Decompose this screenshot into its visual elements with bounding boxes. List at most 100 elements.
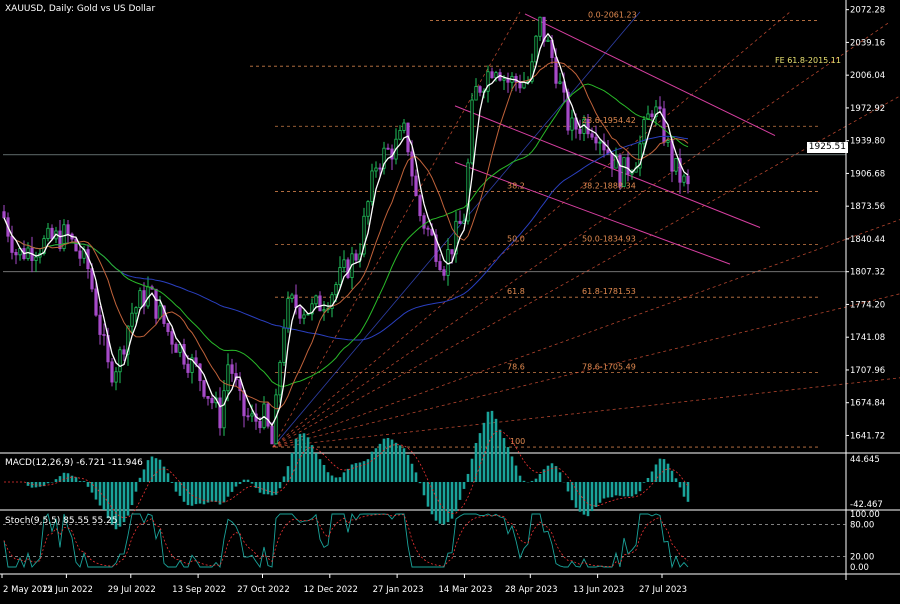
- candle-body: [182, 344, 186, 365]
- candle-body: [114, 371, 118, 383]
- description-label: Gold vs US Dollar: [76, 4, 156, 14]
- date-tick-label: 27 Jul 2023: [639, 585, 687, 595]
- candle-body: [210, 397, 214, 404]
- candle-body: [322, 309, 326, 312]
- candle-body: [370, 170, 374, 203]
- candle-body: [490, 71, 494, 79]
- macd-pane[interactable]: 44.645 -42.467: [4, 410, 883, 530]
- candle-body: [258, 420, 262, 429]
- current-price-box: 1925.51: [806, 142, 848, 153]
- fib-label: 38.2-1888.34: [582, 182, 636, 191]
- date-tick-label: 12 Dec 2022: [304, 585, 358, 595]
- candle-body: [98, 314, 102, 335]
- candle-body: [298, 307, 302, 319]
- date-tick-label: 14 Mar 2023: [438, 585, 492, 595]
- candle-body: [626, 157, 630, 175]
- candle-body: [442, 269, 446, 276]
- candle-body: [398, 130, 402, 140]
- price-channel-layer: [454, 13, 776, 265]
- stoch-tick-label: 0.00: [850, 563, 869, 573]
- candle-body: [78, 250, 82, 259]
- fib-label: 78.6: [507, 362, 525, 371]
- candle-body: [410, 151, 414, 177]
- candle-body: [658, 106, 662, 110]
- symbol-label: XAUUSD: [5, 4, 44, 14]
- candle-body: [374, 167, 378, 172]
- candle-body: [102, 334, 106, 336]
- fib-label: 50.0: [507, 234, 525, 243]
- candle-body: [314, 295, 318, 305]
- candle-body: [470, 99, 474, 164]
- candle-body: [154, 288, 158, 319]
- candle-body: [14, 252, 18, 256]
- date-tick-label: 13 Jun 2023: [573, 585, 624, 595]
- candle-body: [558, 81, 562, 84]
- candle-body: [246, 415, 250, 418]
- candle-body: [130, 312, 134, 327]
- candle-body: [518, 81, 522, 89]
- price-tick-label: 1741.08: [850, 333, 885, 343]
- price-tick-label: 1972.92: [850, 104, 885, 114]
- candle-body: [66, 224, 70, 235]
- candle-body: [346, 259, 350, 278]
- candle-body: [158, 305, 162, 319]
- candle-body: [486, 71, 490, 92]
- candle-body: [302, 314, 306, 319]
- candle-body: [674, 158, 678, 172]
- candle-body: [418, 195, 422, 217]
- candle-body: [554, 57, 558, 84]
- candle-body: [122, 349, 126, 355]
- candle-body: [474, 86, 478, 101]
- candle-body: [478, 86, 482, 93]
- stoch-title: Stoch(9,5,5) 85.55 55.25: [5, 516, 118, 526]
- price-tick-label: 1774.20: [850, 300, 885, 310]
- candle-body: [174, 343, 178, 353]
- candles-layer: [2, 16, 690, 445]
- candle-body: [610, 152, 614, 169]
- fib-label: 23.6-1954.42: [582, 116, 636, 125]
- candle-body: [458, 220, 462, 224]
- candle-body: [386, 147, 390, 150]
- price-tick-label: 1840.44: [850, 235, 885, 245]
- fib-label: 61.8-1781.53: [582, 287, 636, 296]
- chart-window[interactable]: 0.0-2061.23 FE 61.8-2015.11 23.6-1954.42 38…: [0, 0, 900, 600]
- price-tick-label: 2006.04: [850, 71, 885, 81]
- stoch-tick-label: 80.00: [850, 521, 874, 531]
- candle-body: [290, 294, 294, 299]
- candle-body: [426, 227, 430, 230]
- candle-body: [186, 363, 190, 373]
- candle-body: [502, 78, 506, 81]
- candle-body: [682, 175, 686, 183]
- candle-body: [2, 211, 6, 219]
- date-tick-label: 15 Jun 2022: [42, 585, 93, 595]
- candle-body: [338, 267, 342, 285]
- candle-body: [354, 253, 358, 261]
- fan-line: [272, 219, 900, 448]
- candle-body: [438, 261, 442, 271]
- candle-body: [286, 298, 290, 329]
- macd-title: MACD(12,26,9) -6.721 -11.946: [5, 458, 143, 468]
- candle-body: [34, 256, 38, 261]
- candle-body: [218, 397, 222, 429]
- price-tick-label: 1807.32: [850, 268, 885, 278]
- candle-body: [278, 362, 282, 396]
- candle-body: [422, 215, 426, 229]
- candle-body: [282, 327, 286, 363]
- candle-body: [318, 295, 322, 312]
- chart-canvas[interactable]: 0.0-2061.23 FE 61.8-2015.11 23.6-1954.42 38…: [0, 0, 900, 600]
- candle-body: [578, 128, 582, 134]
- candle-body: [570, 117, 574, 131]
- fib-label: 0.0-2061.23: [588, 11, 637, 20]
- stochastic-pane[interactable]: 100.0080.00 20.000.00: [3, 510, 880, 573]
- candle-body: [262, 403, 266, 429]
- candle-body: [538, 16, 542, 37]
- date-tick-label: 13 Sep 2022: [172, 585, 226, 595]
- stoch-tick-label: 20.00: [850, 552, 874, 562]
- fib-label: 61.8: [507, 287, 525, 296]
- candle-body: [74, 238, 78, 252]
- candle-body: [10, 235, 14, 253]
- candle-body: [206, 395, 210, 399]
- candle-body: [110, 361, 114, 383]
- candle-body: [46, 227, 50, 239]
- candle-body: [250, 413, 254, 417]
